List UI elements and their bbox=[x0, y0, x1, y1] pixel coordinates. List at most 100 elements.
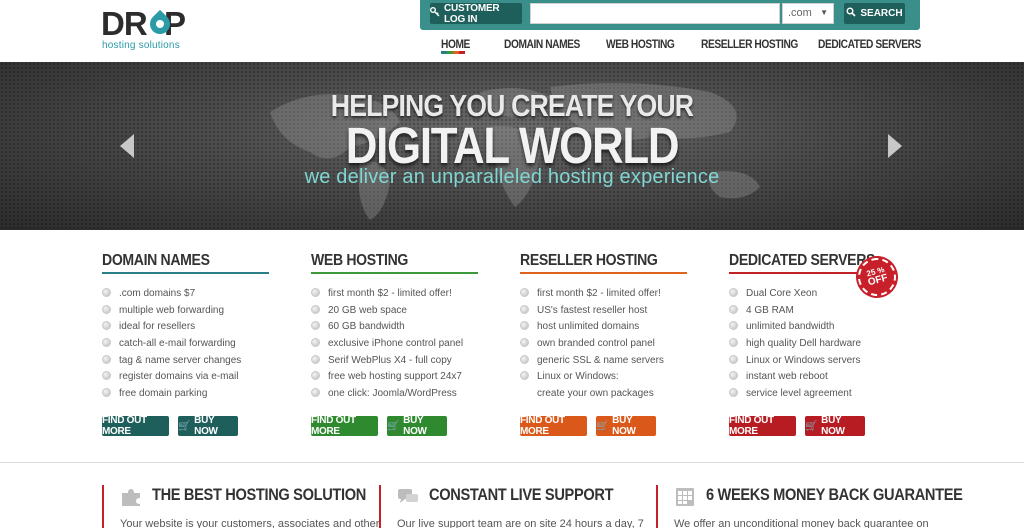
plan-title: RESELLER HOSTING bbox=[520, 252, 658, 269]
bullet-icon bbox=[520, 371, 529, 381]
slider-prev-arrow-icon[interactable] bbox=[120, 134, 134, 158]
bullet-icon bbox=[102, 321, 111, 331]
list-item: host unlimited domains bbox=[520, 320, 690, 337]
bullet-icon bbox=[102, 388, 111, 398]
find-out-more-button[interactable]: FIND OUT MORE bbox=[520, 415, 587, 437]
bullet-icon bbox=[311, 304, 320, 314]
bullet-icon bbox=[729, 321, 738, 331]
hero-subtitle: we deliver an unparalleled hosting exper… bbox=[304, 166, 720, 188]
list-item: instant web reboot bbox=[729, 370, 899, 387]
list-item: exclusive iPhone control panel bbox=[311, 337, 481, 354]
feature-money-back: 6 WEEKS MONEY BACK GUARANTEE We offer an… bbox=[656, 485, 963, 528]
calendar-icon bbox=[676, 488, 694, 506]
feature-text: Our live support team are on site 24 hou… bbox=[397, 518, 644, 528]
list-item: high quality Dell hardware bbox=[729, 337, 899, 354]
list-item: 60 GB bandwidth bbox=[311, 320, 481, 337]
bullet-icon bbox=[311, 288, 320, 297]
cart-icon: 🛒 bbox=[596, 420, 609, 432]
feature-list: Dual Core Xeon 4 GB RAM unlimited bandwi… bbox=[729, 287, 899, 404]
list-item: .com domains $7 bbox=[102, 287, 272, 304]
puzzle-icon bbox=[122, 489, 140, 506]
plan-title: DEDICATED SERVERS bbox=[729, 252, 876, 269]
search-icon bbox=[846, 7, 856, 20]
feature-title: CONSTANT LIVE SUPPORT bbox=[429, 485, 614, 504]
list-item: create your own packages bbox=[537, 388, 654, 400]
nav-item-web-hosting[interactable]: WEB HOSTING bbox=[606, 37, 675, 51]
find-out-more-button[interactable]: FIND OUT MORE bbox=[729, 415, 796, 437]
list-item: free web hosting support 24x7 bbox=[311, 370, 481, 387]
bullet-icon bbox=[102, 304, 111, 314]
features-section: THE BEST HOSTING SOLUTION Your website i… bbox=[0, 462, 1024, 528]
plan-title: WEB HOSTING bbox=[311, 252, 409, 269]
bullet-icon bbox=[311, 371, 320, 381]
top-bar: CUSTOMER LOG IN .com ▼ SEARCH bbox=[420, 0, 920, 30]
bullet-icon bbox=[102, 371, 111, 381]
buy-now-button[interactable]: 🛒 BUY NOW bbox=[387, 415, 447, 437]
nav-item-domain-names[interactable]: DOMAIN NAMES bbox=[504, 37, 580, 51]
title-divider bbox=[311, 272, 478, 274]
logo-tagline: hosting solutions bbox=[102, 40, 180, 51]
bullet-icon bbox=[729, 354, 738, 364]
bullet-icon bbox=[520, 321, 529, 331]
bullet-icon bbox=[729, 338, 738, 348]
plan-column-reseller-hosting: RESELLER HOSTING first month $2 - limite… bbox=[520, 252, 690, 437]
buy-now-button[interactable]: 🛒 BUY NOW bbox=[596, 415, 656, 437]
list-item: US's fastest reseller host bbox=[520, 304, 690, 321]
list-item: multiple web forwarding bbox=[102, 304, 272, 321]
bullet-icon bbox=[520, 304, 529, 314]
list-item: unlimited bandwidth bbox=[729, 320, 899, 337]
bullet-icon bbox=[102, 338, 111, 348]
title-divider bbox=[520, 272, 687, 274]
feature-live-support: CONSTANT LIVE SUPPORT Our live support t… bbox=[379, 485, 649, 528]
feature-best-hosting: THE BEST HOSTING SOLUTION Your website i… bbox=[102, 485, 379, 528]
key-icon bbox=[430, 7, 440, 20]
list-item: register domains via e-mail bbox=[102, 370, 272, 387]
bullet-icon bbox=[729, 371, 738, 381]
list-item: ideal for resellers bbox=[102, 320, 272, 337]
list-item: own branded control panel bbox=[520, 337, 690, 354]
list-item: first month $2 - limited offer! bbox=[311, 287, 481, 304]
slider-next-arrow-icon[interactable] bbox=[888, 134, 902, 158]
buy-now-button[interactable]: 🛒 BUY NOW bbox=[178, 415, 238, 437]
buy-now-button[interactable]: 🛒 BUY NOW bbox=[805, 415, 865, 437]
tld-selected-value: .com bbox=[788, 7, 812, 19]
bullet-icon bbox=[520, 354, 529, 364]
nav-item-dedicated-servers[interactable]: DEDICATED SERVERS bbox=[818, 37, 921, 51]
list-item: first month $2 - limited offer! bbox=[520, 287, 690, 304]
tld-select[interactable]: .com ▼ bbox=[782, 3, 834, 24]
bullet-icon bbox=[311, 354, 320, 364]
customer-login-button[interactable]: CUSTOMER LOG IN bbox=[430, 2, 522, 25]
customer-login-label: CUSTOMER LOG IN bbox=[444, 2, 500, 25]
bullet-icon bbox=[311, 338, 320, 348]
plan-column-web-hosting: WEB HOSTING first month $2 - limited off… bbox=[311, 252, 481, 437]
bullet-icon bbox=[729, 304, 738, 314]
bullet-icon bbox=[311, 388, 320, 398]
cart-icon: 🛒 bbox=[387, 420, 400, 432]
bullet-icon bbox=[311, 321, 320, 331]
list-item: free domain parking bbox=[102, 387, 272, 404]
chevron-down-icon: ▼ bbox=[820, 8, 828, 17]
logo[interactable]: DR P hosting solutions bbox=[101, 6, 191, 54]
hero-banner: HELPING YOU CREATE YOUR DIGITAL WORLD we… bbox=[0, 62, 1024, 230]
feature-list: .com domains $7 multiple web forwarding … bbox=[102, 287, 272, 404]
list-item: tag & name server changes bbox=[102, 354, 272, 371]
list-item: generic SSL & name servers bbox=[520, 354, 690, 371]
find-out-more-button[interactable]: FIND OUT MORE bbox=[102, 415, 169, 437]
search-button[interactable]: SEARCH bbox=[844, 3, 905, 24]
nav-item-reseller-hosting[interactable]: RESELLER HOSTING bbox=[701, 37, 798, 51]
bullet-icon bbox=[729, 288, 738, 297]
cart-icon: 🛒 bbox=[805, 420, 818, 432]
list-item: 20 GB web space bbox=[311, 304, 481, 321]
find-out-more-button[interactable]: FIND OUT MORE bbox=[311, 415, 378, 437]
nav-item-home[interactable]: HOME bbox=[441, 37, 470, 51]
feature-list: first month $2 - limited offer! US's fas… bbox=[520, 287, 690, 404]
list-item: Linux or Windows servers bbox=[729, 354, 899, 371]
list-item: one click: Joomla/WordPress bbox=[311, 387, 481, 404]
cart-icon: 🛒 bbox=[178, 420, 191, 432]
bullet-icon bbox=[520, 338, 529, 348]
feature-text: Your website is your customers, associat… bbox=[120, 518, 380, 528]
domain-search-input[interactable] bbox=[530, 3, 780, 24]
feature-title: THE BEST HOSTING SOLUTION bbox=[152, 485, 366, 504]
site-header: DR P hosting solutions CUSTOMER LOG IN .c… bbox=[0, 0, 1024, 62]
nav-active-indicator bbox=[441, 51, 465, 54]
